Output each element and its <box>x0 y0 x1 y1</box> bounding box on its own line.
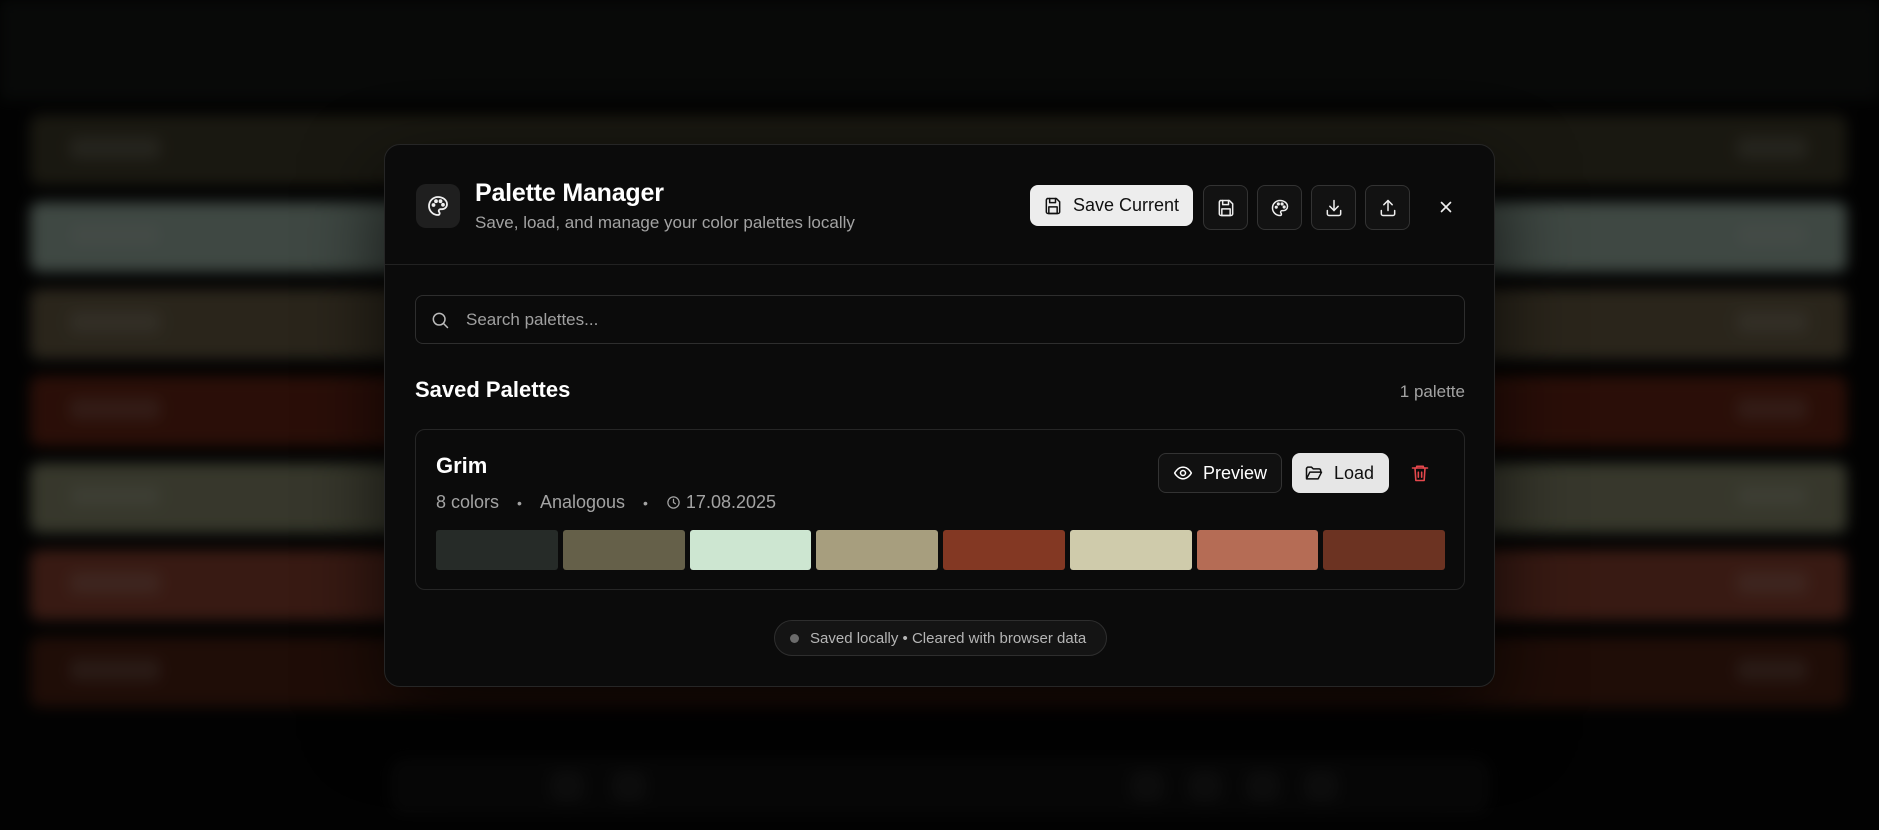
save-button[interactable] <box>1203 185 1248 230</box>
save-current-button[interactable]: Save Current <box>1030 185 1193 226</box>
close-icon <box>1437 198 1455 216</box>
status-dot <box>790 633 799 643</box>
palette-manager-dialog: Palette Manager Save, load, and manage y… <box>384 144 1495 687</box>
search-icon <box>430 310 450 335</box>
save-current-label: Save Current <box>1073 195 1180 215</box>
color-swatch[interactable] <box>562 530 685 570</box>
save-icon <box>1043 196 1063 216</box>
color-swatch[interactable] <box>816 530 938 570</box>
load-button[interactable]: Load <box>1292 453 1389 493</box>
close-button[interactable] <box>1432 193 1460 221</box>
preview-label: Preview <box>1203 462 1268 483</box>
dialog-subtitle: Save, load, and manage your color palett… <box>475 213 855 232</box>
color-swatch[interactable] <box>436 530 558 570</box>
palette-color-count: 8 colors <box>436 492 500 512</box>
load-label: Load <box>1334 462 1375 483</box>
upload-icon <box>1378 198 1398 218</box>
download-icon <box>1324 198 1344 218</box>
color-swatch[interactable] <box>943 530 1065 570</box>
palette-icon <box>1270 198 1290 218</box>
dialog-header: Palette Manager Save, load, and manage y… <box>385 145 1494 265</box>
clock-icon <box>666 495 681 510</box>
saved-palettes-heading: Saved Palettes <box>415 377 571 402</box>
color-swatch[interactable] <box>1323 530 1445 570</box>
palette-icon <box>416 184 460 228</box>
export-button[interactable] <box>1311 185 1356 230</box>
search-input[interactable] <box>466 296 1446 343</box>
storage-status-text: Saved locally • Cleared with browser dat… <box>810 629 1087 647</box>
delete-button[interactable] <box>1407 460 1433 486</box>
save-icon <box>1216 198 1236 218</box>
folder-open-icon <box>1304 463 1324 483</box>
palette-swatches <box>436 530 1445 570</box>
eye-icon <box>1173 463 1193 483</box>
palette-count: 1 palette <box>1399 382 1465 401</box>
color-swatch[interactable] <box>1069 530 1192 570</box>
trash-icon <box>1410 463 1430 483</box>
palette-scheme: Analogous <box>539 492 626 512</box>
search-field <box>415 295 1465 344</box>
storage-status-badge: Saved locally • Cleared with browser dat… <box>774 620 1107 656</box>
preview-button[interactable]: Preview <box>1158 453 1282 493</box>
palette-name: Grim <box>436 453 488 478</box>
import-button[interactable] <box>1365 185 1410 230</box>
palette-card: Grim 8 colors • Analogous • 17.08.2025 P… <box>415 429 1465 590</box>
app-stage: Palette Manager Save, load, and manage y… <box>0 0 1879 830</box>
palette-meta: 8 colors • Analogous • 17.08.2025 <box>436 492 777 512</box>
palette-date: 17.08.2025 <box>685 492 777 512</box>
color-swatch[interactable] <box>1196 530 1319 570</box>
color-swatch[interactable] <box>689 530 812 570</box>
dialog-title: Palette Manager <box>475 179 664 207</box>
palette-button[interactable] <box>1257 185 1302 230</box>
